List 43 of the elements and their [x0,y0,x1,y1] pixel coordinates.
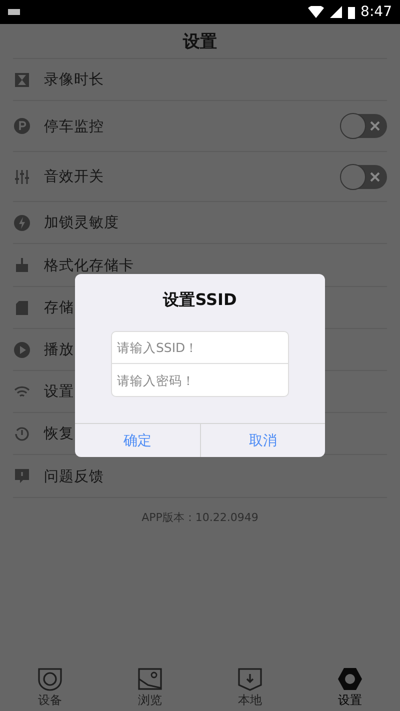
restore-icon [13,424,31,442]
setting-label[interactable]: 格式化存储卡 [44,256,134,274]
battery-icon [348,6,355,18]
toggle-switch[interactable] [341,164,387,188]
x-icon [370,121,380,131]
feedback-icon [13,467,31,485]
toggle-switch[interactable] [341,114,387,138]
setting-label[interactable]: 加锁灵敏度 [44,213,119,232]
setting-label[interactable]: 存储 [44,298,74,317]
x-icon [370,172,380,182]
nav-tab[interactable]: 浏览 [100,667,200,711]
play-icon [13,340,31,358]
download-icon [237,667,263,691]
app-version: APP版本：10.22.0949 [142,510,258,525]
hexagon-icon [337,667,363,691]
setting-label[interactable]: 播放 [44,340,74,359]
image-icon [137,667,163,691]
nav-tab[interactable]: 设备 [0,667,100,711]
keyboard-icon [8,8,20,16]
dialog-title: 设置SSID [163,290,237,311]
signal-icon [330,6,342,18]
input-field[interactable]: 请输入SSID！ [111,331,289,364]
clock-time: 8:47 [360,4,392,20]
setting-label[interactable]: 恢复 [44,424,74,443]
setting-label[interactable]: 设置 [44,382,74,401]
bolt-icon [13,214,31,232]
setting-label[interactable]: 录像时长 [44,70,104,89]
wifi-icon [308,6,324,18]
parking-icon [13,117,31,135]
setting-label[interactable]: 停车监控 [44,116,104,136]
sd-card-icon [13,298,31,316]
input-field[interactable]: 请输入密码！ [111,364,289,397]
camera-icon [37,667,63,691]
page-title: 设置 [183,30,217,52]
hourglass-icon [13,70,31,88]
nav-tab[interactable]: 本地 [200,667,300,711]
nav-tab[interactable]: 设置 [300,667,400,711]
dialog-button[interactable]: 确定 [75,424,200,457]
broom-icon [13,256,31,274]
dialog-button[interactable]: 取消 [200,424,325,457]
setting-label[interactable]: 问题反馈 [44,466,104,486]
sliders-icon [13,168,31,186]
setting-label[interactable]: 音效开关 [44,167,104,186]
